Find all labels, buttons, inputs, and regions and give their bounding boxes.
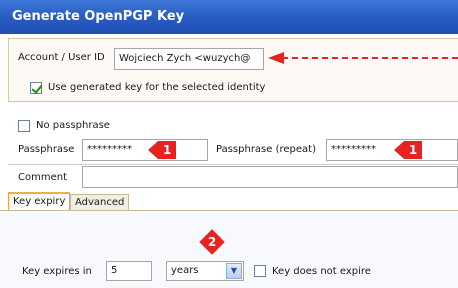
dashed-arrow-line: [282, 57, 458, 59]
passphrase-label: Passphrase: [18, 144, 75, 155]
passphrase-repeat-input[interactable]: *********: [326, 139, 458, 161]
key-expires-label: Key expires in: [22, 266, 92, 277]
expiry-value-input[interactable]: 5: [106, 261, 152, 281]
account-user-id-select[interactable]: Wojciech Zych <wuzych@: [114, 48, 264, 70]
no-passphrase-label: No passphrase: [36, 120, 110, 131]
annotation-badge-1: 1: [158, 141, 176, 159]
no-passphrase-checkbox[interactable]: [18, 120, 30, 132]
use-generated-key-label: Use generated key for the selected ident…: [48, 82, 266, 93]
annotation-badge-2-text: 2: [207, 235, 217, 249]
comment-label: Comment: [18, 172, 67, 183]
badge-pointer-1: [148, 141, 158, 159]
key-does-not-expire-checkbox[interactable]: [254, 265, 266, 277]
comment-input[interactable]: [82, 166, 458, 188]
expiry-unit-select[interactable]: years ▼: [166, 261, 244, 281]
window-title: Generate OpenPGP Key: [0, 0, 458, 34]
expiry-unit-value: years: [171, 265, 199, 276]
use-generated-key-checkbox[interactable]: [30, 82, 42, 94]
tab-key-expiry[interactable]: Key expiry: [8, 192, 71, 210]
passphrase-input[interactable]: *********: [82, 139, 208, 161]
divider: [8, 164, 458, 165]
key-does-not-expire-label: Key does not expire: [272, 266, 371, 277]
account-label: Account / User ID: [18, 52, 105, 63]
badge-pointer-1b: [394, 141, 404, 159]
annotation-badge-1b: 1: [404, 141, 422, 159]
passphrase-repeat-label: Passphrase (repeat): [216, 144, 316, 155]
chevron-down-icon[interactable]: ▼: [226, 263, 242, 279]
